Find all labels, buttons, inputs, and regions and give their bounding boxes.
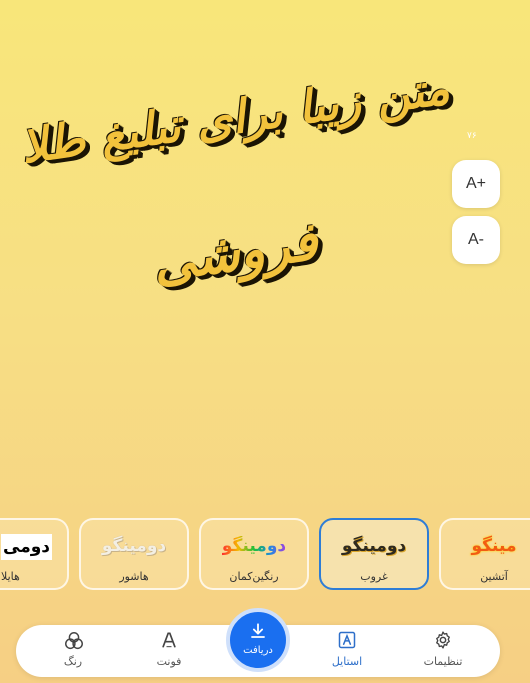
nav-font-label: فونت (156, 655, 182, 668)
artistic-text-line-1[interactable]: متن زیبا برای تبلیغ طلا (0, 58, 471, 177)
style-a-icon (338, 631, 356, 649)
style-card-label: غروب (360, 570, 388, 583)
gear-icon (436, 631, 450, 649)
download-icon (251, 623, 265, 638)
font-size-value: ۷۶ (467, 131, 477, 141)
nav-font[interactable]: فونت (134, 625, 204, 677)
nav-style-label: استایل (331, 655, 363, 668)
style-preview: مینگو (441, 536, 530, 556)
download-label: دریافت (243, 645, 273, 656)
style-card-label: آتشین (480, 570, 508, 583)
style-preview: دومی (1, 534, 53, 560)
style-card-hashur[interactable]: دومینگو هاشور (79, 518, 189, 590)
style-preview-text: دومینگو (101, 536, 167, 556)
text-canvas[interactable]: متن زیبا برای تبلیغ طلا فروشی (0, 0, 530, 500)
nav-style[interactable]: استایل (312, 625, 382, 677)
style-card-atashin[interactable]: مینگو آتشین (439, 518, 530, 590)
style-preview-text: دومی (1, 534, 53, 560)
artistic-text-line-2[interactable]: فروشی (0, 190, 472, 316)
style-card-label: هایلا (1, 570, 20, 583)
style-preview: دومینگو (321, 536, 427, 556)
nav-settings-label: تنظیمات (423, 655, 463, 668)
nav-color-label: رنگ (63, 655, 83, 668)
style-preview: دومینگو (81, 536, 187, 556)
style-preview: دومینگو (201, 536, 307, 556)
style-card-label: هاشور (119, 570, 149, 583)
nav-color[interactable]: رنگ (38, 625, 108, 677)
style-presets-strip[interactable]: مینگو آتشین دومینگو غروب دومینگو رنگین‌ک… (0, 518, 530, 594)
nav-settings[interactable]: تنظیمات (408, 625, 478, 677)
style-card-rangin-kaman[interactable]: دومینگو رنگین‌کمان (199, 518, 309, 590)
increase-size-button[interactable]: A+ (452, 160, 500, 208)
color-circles-icon (65, 632, 83, 650)
style-preview-text: مینگو (471, 536, 517, 556)
style-preview-text: دومینگو (341, 536, 407, 556)
font-a-icon (162, 632, 176, 648)
download-button[interactable]: دریافت (226, 608, 290, 672)
style-card-hayla[interactable]: دومی هایلا (0, 518, 69, 590)
style-card-label: رنگین‌کمان (229, 570, 279, 583)
style-preview-text: دومینگو (221, 536, 287, 556)
decrease-size-button[interactable]: A- (452, 216, 500, 264)
style-card-ghorub[interactable]: دومینگو غروب (319, 518, 429, 590)
